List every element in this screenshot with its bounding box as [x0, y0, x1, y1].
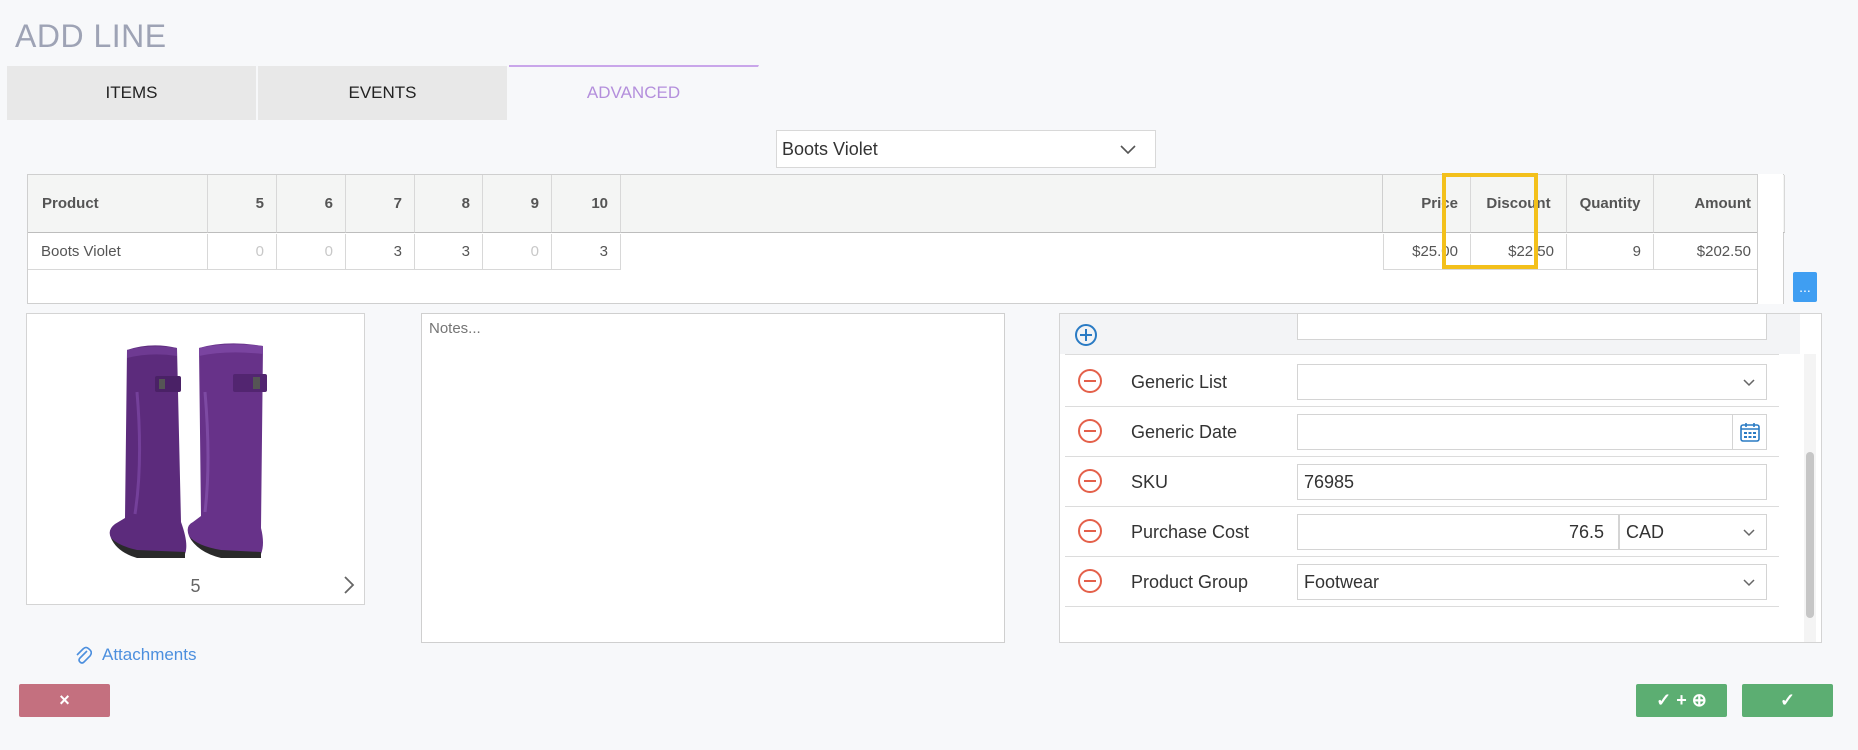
- chevron-down-icon: [1743, 579, 1755, 587]
- sku-input[interactable]: 76985: [1297, 464, 1767, 500]
- header-amount[interactable]: Amount: [1654, 175, 1764, 233]
- header-price[interactable]: Price: [1383, 175, 1471, 233]
- attr-row: SKU 76985: [1065, 457, 1779, 507]
- product-select-value: Boots Violet: [782, 138, 878, 159]
- attr-label: Product Group: [1131, 572, 1249, 592]
- sku-value: 76985: [1304, 471, 1355, 492]
- attr-row: Purchase Cost 76.5 CAD: [1065, 507, 1779, 557]
- save-button[interactable]: ✓: [1742, 684, 1833, 717]
- attachments-label: Attachments: [102, 645, 197, 664]
- more-button[interactable]: ...: [1793, 272, 1817, 302]
- remove-circle-icon[interactable]: [1077, 568, 1103, 594]
- header-size: 6: [277, 175, 346, 233]
- product-select[interactable]: Boots Violet: [776, 130, 1156, 168]
- attachments-link[interactable]: Attachments: [74, 645, 197, 665]
- cell-size-qty[interactable]: 0: [483, 234, 552, 270]
- purchase-cost-value: 76.5: [1568, 521, 1604, 542]
- chevron-down-icon: [1743, 529, 1755, 537]
- currency-value: CAD: [1626, 521, 1665, 542]
- calendar-button[interactable]: [1732, 415, 1766, 449]
- chevron-down-icon: [1743, 379, 1755, 387]
- header-discount[interactable]: Discount: [1471, 175, 1567, 233]
- attr-label: Generic List: [1131, 372, 1228, 392]
- generic-date-input[interactable]: [1297, 414, 1767, 450]
- remove-circle-icon[interactable]: [1077, 368, 1103, 394]
- remove-circle-icon[interactable]: [1077, 518, 1103, 544]
- attr-field-partial[interactable]: [1297, 314, 1767, 340]
- attr-row: Generic Date: [1065, 407, 1779, 457]
- header-quantity[interactable]: Quantity: [1567, 175, 1654, 233]
- product-group-select[interactable]: Footwear: [1297, 564, 1767, 600]
- header-spacer: [621, 175, 1383, 233]
- save-and-new-button[interactable]: ✓ + ⊕: [1636, 684, 1727, 717]
- tab-events[interactable]: EVENTS: [258, 66, 508, 120]
- cell-size-qty[interactable]: 3: [415, 234, 483, 270]
- header-size: 8: [415, 175, 483, 233]
- cell-size-qty[interactable]: 0: [208, 234, 277, 270]
- header-size: 5: [208, 175, 277, 233]
- line-grid: Product 5 6 7 8 9 10 Price Discount Quan…: [27, 174, 1785, 304]
- cell-size-qty[interactable]: 3: [346, 234, 415, 270]
- attr-row: Product Group Footwear: [1065, 557, 1779, 607]
- chevron-right-icon[interactable]: [342, 575, 356, 595]
- image-caption: 5: [190, 576, 201, 596]
- currency-select[interactable]: CAD: [1619, 514, 1767, 550]
- cell-discount[interactable]: $22.50: [1471, 234, 1567, 270]
- cell-size-qty[interactable]: 3: [552, 234, 621, 270]
- calendar-icon: [1739, 423, 1760, 442]
- cancel-button[interactable]: ×: [19, 684, 110, 717]
- product-image-panel: 5: [26, 313, 365, 605]
- remove-circle-icon[interactable]: [1077, 468, 1103, 494]
- header-size: 7: [346, 175, 415, 233]
- cell-quantity[interactable]: 9: [1567, 234, 1654, 270]
- attr-label: Generic Date: [1131, 422, 1238, 442]
- page-title: ADD LINE: [15, 18, 167, 54]
- paperclip-icon: [76, 646, 92, 664]
- remove-circle-icon[interactable]: [1077, 418, 1103, 444]
- header-product[interactable]: Product: [28, 175, 208, 233]
- cell-price[interactable]: $25.00: [1383, 234, 1471, 270]
- cell-amount[interactable]: $202.50: [1654, 234, 1764, 270]
- boots-image: [93, 332, 299, 568]
- attr-row-partial: [1065, 314, 1779, 355]
- attributes-scroll-thumb[interactable]: [1806, 452, 1814, 618]
- header-size: 10: [552, 175, 621, 233]
- chevron-down-icon: [1120, 145, 1136, 155]
- attr-label: Purchase Cost: [1131, 522, 1250, 542]
- header-size: 9: [483, 175, 552, 233]
- product-group-value: Footwear: [1304, 571, 1380, 592]
- tab-items[interactable]: ITEMS: [7, 66, 257, 120]
- attr-row: Generic List: [1065, 357, 1779, 407]
- cell-size-qty[interactable]: 0: [277, 234, 346, 270]
- attr-label: SKU: [1131, 472, 1169, 492]
- line-attributes-panel: LINE ATTRIBUTES Generic List Generic Dat…: [1059, 313, 1822, 643]
- tab-advanced[interactable]: ADVANCED: [509, 65, 759, 117]
- notes-input[interactable]: [421, 313, 1005, 643]
- cell-product[interactable]: Boots Violet: [28, 234, 208, 270]
- grid-scrollbar[interactable]: [1757, 174, 1783, 304]
- generic-list-select[interactable]: [1297, 364, 1767, 400]
- purchase-cost-input[interactable]: 76.5: [1297, 514, 1619, 550]
